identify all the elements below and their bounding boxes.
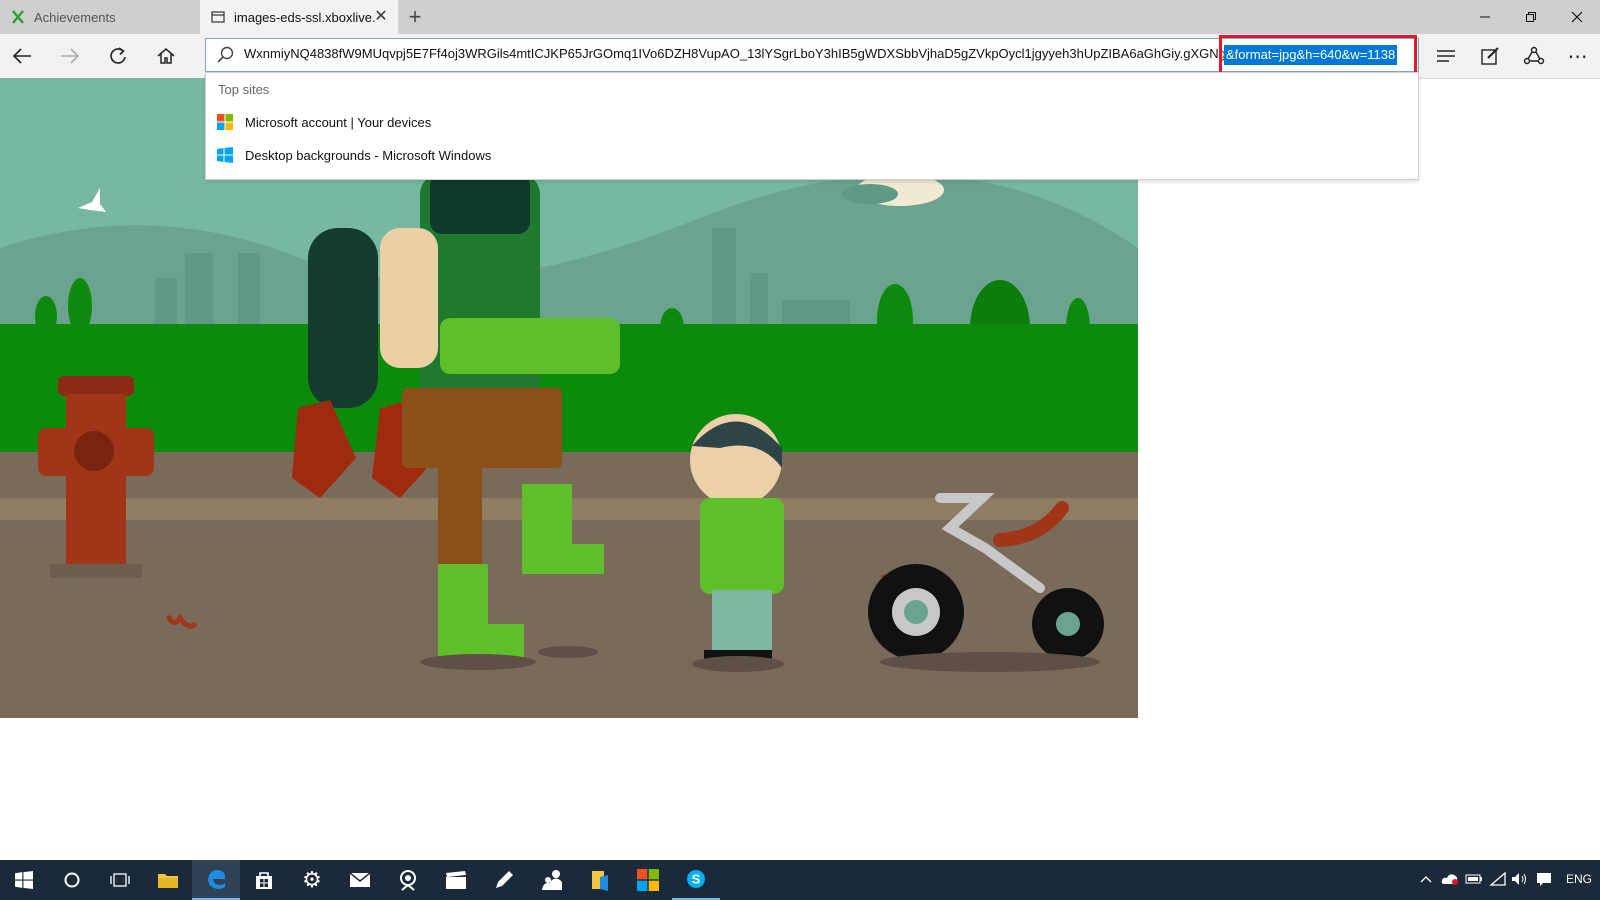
mail-button[interactable] [336,860,384,900]
onedrive-tray[interactable] [1440,868,1460,890]
chevron-up-icon [1420,876,1432,883]
sketchpad-button[interactable] [480,860,528,900]
tab-label: Achievements [34,9,116,25]
explorer-button[interactable] [576,860,624,900]
wifi-tray[interactable] [1488,868,1508,890]
forward-arrow-icon [61,48,80,64]
microsoft-store-tile-button[interactable] [624,860,672,900]
folder-key-icon [592,871,608,891]
cloud-icon [1441,874,1458,885]
task-view-icon [110,873,130,887]
close-tab-icon[interactable]: ✕ [372,8,390,26]
tab-achievements[interactable]: Achievements [0,0,200,34]
top-site-label: Microsoft account | Your devices [245,114,432,130]
battery-icon [1465,874,1482,884]
more-button[interactable]: ⋯ [1560,40,1596,72]
refresh-button[interactable] [100,40,136,72]
close-window-button[interactable] [1554,0,1600,34]
file-explorer-button[interactable] [144,860,192,900]
action-center-tray[interactable] [1534,868,1554,890]
top-site-desktop-backgrounds[interactable]: Desktop backgrounds - Microsoft Windows [217,144,491,166]
pen-icon [496,871,513,888]
clapperboard-icon [446,871,466,889]
task-view-button[interactable] [96,860,144,900]
search-icon [216,46,234,69]
page-icon [210,9,226,25]
mail-icon [349,872,371,887]
show-hidden-icons[interactable] [1416,868,1436,890]
hub-icon [1437,50,1455,62]
cortana-icon [64,872,80,888]
store-button[interactable] [240,860,288,900]
minimize-button[interactable] [1462,0,1508,34]
microsoft-logo-icon [637,869,659,891]
tab-image[interactable]: images-eds-ssl.xboxlive. ✕ [200,0,398,34]
battery-tray[interactable] [1464,868,1484,890]
more-icon: ⋯ [1567,45,1589,68]
close-icon [1571,11,1583,23]
people-button[interactable] [528,860,576,900]
new-tab-button[interactable]: + [402,4,428,30]
edge-icon [208,870,226,889]
input-language[interactable]: ENG [1566,872,1592,886]
hub-button[interactable] [1428,40,1464,72]
notification-icon [1537,873,1551,886]
store-bag-icon [256,872,272,889]
wifi-icon [1489,872,1506,886]
web-note-button[interactable] [1472,40,1508,72]
back-button[interactable] [4,40,40,72]
gear-icon: ⚙ [302,867,322,892]
speaker-icon [1512,873,1526,885]
movies-button[interactable] [432,860,480,900]
xbox-icon [10,9,26,25]
share-icon [1523,46,1545,65]
start-button[interactable] [0,860,48,900]
skype-icon: S [687,870,705,888]
people-icon [542,870,562,890]
camera-button[interactable] [384,860,432,900]
windows-start-icon [15,871,33,889]
microsoft-logo-icon [217,114,233,130]
settings-button[interactable]: ⚙ [288,860,336,900]
top-sites-label: Top sites [218,82,270,97]
web-note-icon [1481,47,1499,65]
camera-icon [400,870,416,891]
minimize-icon [1480,16,1490,18]
volume-tray[interactable] [1510,868,1530,890]
svg-text:S: S [692,872,701,887]
restore-icon [1526,12,1536,22]
back-arrow-icon [12,48,31,64]
share-button[interactable] [1516,40,1552,72]
skype-button[interactable]: S [672,860,720,900]
tab-label: images-eds-ssl.xboxlive. [234,9,376,25]
forward-button[interactable] [52,40,88,72]
edge-button[interactable] [192,860,240,900]
address-text[interactable]: WxnmiyNQ4838fW9MUqvpj5E7Ff4oj3WRGils4mtI… [244,46,1224,61]
annotation-highlight-box [1219,35,1417,75]
restore-button[interactable] [1508,0,1554,34]
refresh-icon [110,47,126,64]
top-site-microsoft-account[interactable]: Microsoft account | Your devices [217,111,431,133]
cortana-button[interactable] [48,860,96,900]
windows-logo-icon [217,147,233,163]
home-button[interactable] [148,40,184,72]
folder-icon [158,874,178,888]
home-icon [157,48,175,64]
top-site-label: Desktop backgrounds - Microsoft Windows [245,147,492,163]
